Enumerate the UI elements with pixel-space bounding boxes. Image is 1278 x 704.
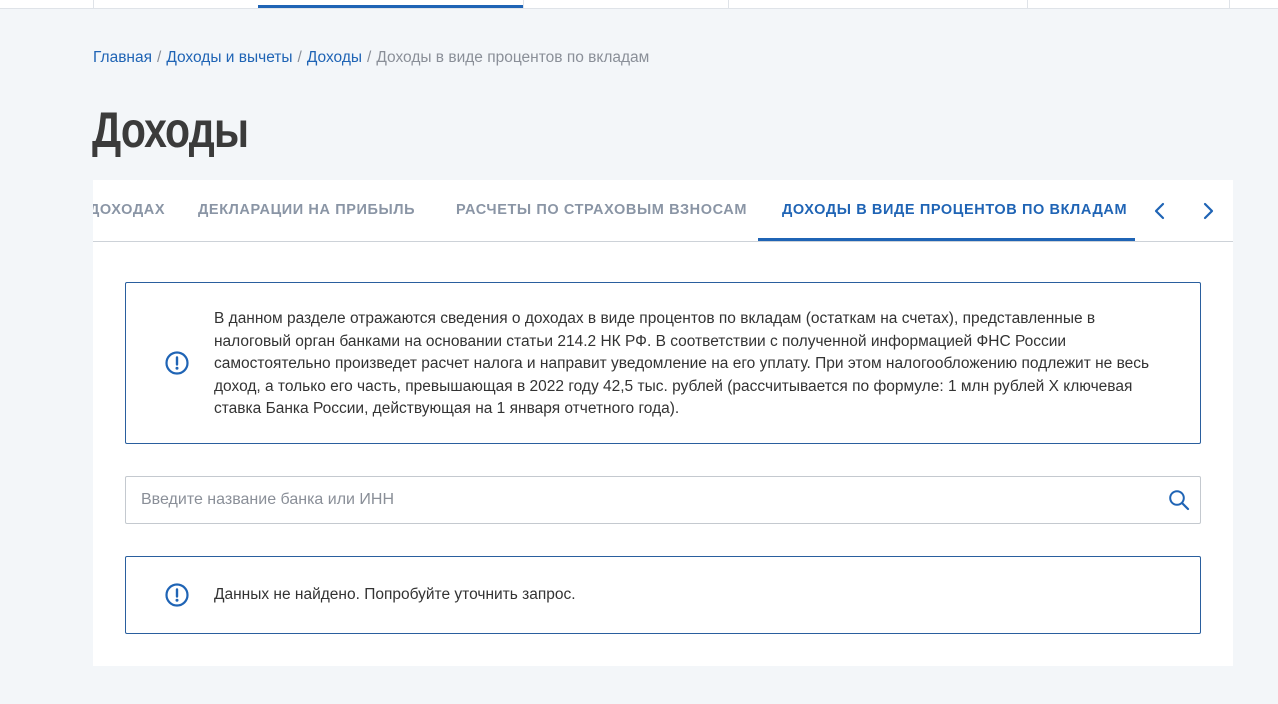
breadcrumb: Главная / Доходы и вычеты / Доходы / Доходы в …	[93, 48, 649, 68]
nav-divider	[93, 0, 94, 8]
nav-divider	[1027, 0, 1028, 8]
tab-active-underline	[758, 238, 1135, 241]
breadcrumb-separator: /	[367, 49, 372, 66]
chevron-left-icon	[1154, 202, 1165, 220]
bank-search-input[interactable]	[126, 477, 1146, 523]
tab-income-reports[interactable]: ДОХОДАХ	[93, 202, 165, 218]
nav-divider	[728, 0, 729, 8]
top-navigation-bar	[0, 0, 1278, 9]
nav-active-indicator	[258, 5, 523, 8]
breadcrumb-current: Доходы в виде процентов по вкладам	[376, 49, 650, 66]
breadcrumb-link-income[interactable]: Доходы	[307, 49, 362, 66]
tab-bar: ДОХОДАХ ДЕКЛАРАЦИИ НА ПРИБЫЛЬ РАСЧЕТЫ ПО…	[93, 180, 1233, 242]
chevron-right-icon	[1203, 202, 1214, 220]
nav-divider	[523, 0, 524, 8]
nav-divider	[1229, 0, 1230, 8]
exclamation-circle-icon	[165, 351, 189, 375]
tab-scroll-right-button[interactable]	[1197, 200, 1219, 222]
tab-scroll-left-button[interactable]	[1149, 200, 1171, 222]
tab-deposit-interest-income[interactable]: ДОХОДЫ В ВИДЕ ПРОЦЕНТОВ ПО ВКЛАДАМ	[782, 202, 1127, 218]
search-icon[interactable]	[1168, 489, 1190, 511]
exclamation-circle-icon	[165, 583, 189, 607]
info-notice-text: В данном разделе отражаются сведения о д…	[214, 310, 1150, 418]
info-notice: В данном разделе отражаются сведения о д…	[125, 282, 1201, 444]
bank-search-field	[125, 476, 1201, 524]
breadcrumb-link-home[interactable]: Главная	[93, 49, 152, 66]
breadcrumb-link-income-deductions[interactable]: Доходы и вычеты	[166, 49, 292, 66]
content-panel: ДОХОДАХ ДЕКЛАРАЦИИ НА ПРИБЫЛЬ РАСЧЕТЫ ПО…	[93, 180, 1233, 666]
tab-insurance-calculations[interactable]: РАСЧЕТЫ ПО СТРАХОВЫМ ВЗНОСАМ	[456, 202, 747, 218]
no-results-notice: Данных не найдено. Попробуйте уточнить з…	[125, 556, 1201, 634]
breadcrumb-separator: /	[157, 49, 162, 66]
tab-profit-declarations[interactable]: ДЕКЛАРАЦИИ НА ПРИБЫЛЬ	[198, 202, 415, 218]
page-title: Доходы	[92, 102, 249, 158]
breadcrumb-separator: /	[297, 49, 302, 66]
no-results-text: Данных не найдено. Попробуйте уточнить з…	[214, 586, 576, 603]
